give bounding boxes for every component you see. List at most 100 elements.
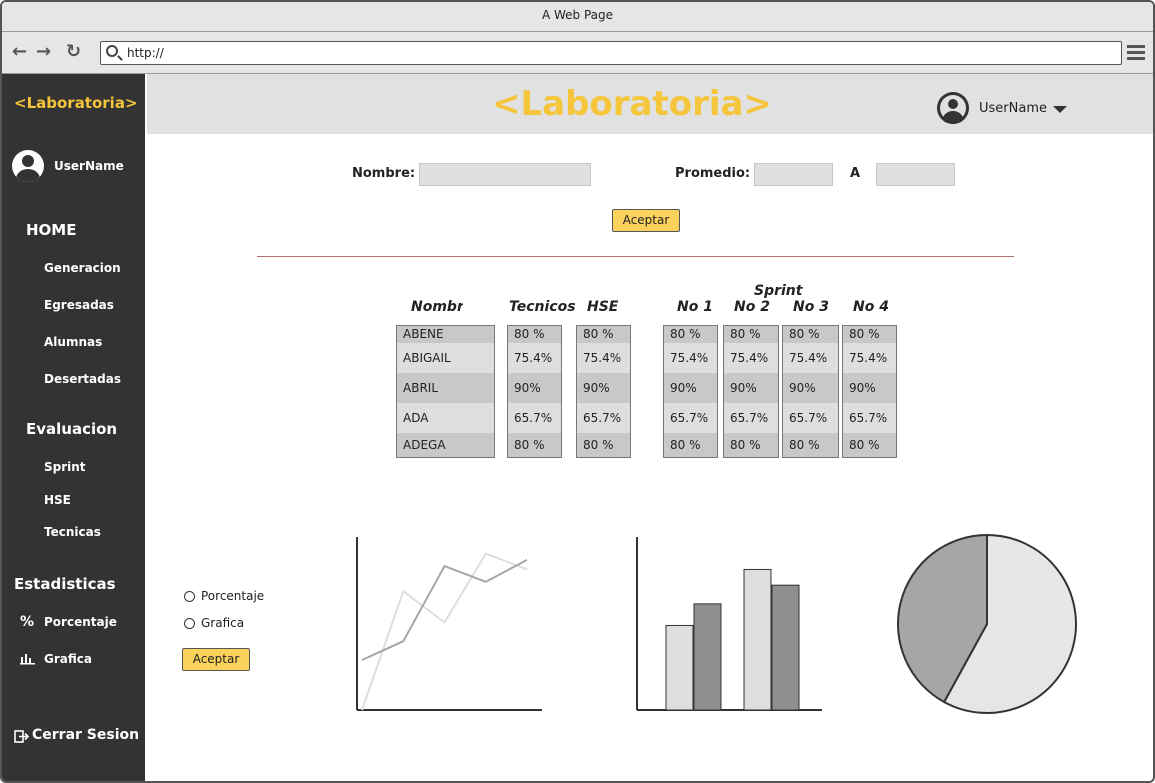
avatar-icon xyxy=(937,92,969,124)
sidebar-username: UserName xyxy=(54,159,124,173)
back-arrow-icon[interactable]: ← xyxy=(12,42,27,62)
header-sprint: Sprint xyxy=(754,283,803,299)
sidebar-item-porcentaje[interactable]: Porcentaje xyxy=(44,615,117,629)
header-sprint-3: No 3 xyxy=(793,299,829,315)
table-cell: 90% xyxy=(724,373,778,403)
table-cell: ABENE xyxy=(397,326,494,343)
nombre-input[interactable] xyxy=(419,163,591,186)
bar xyxy=(665,624,694,711)
header-user-menu[interactable]: UserName xyxy=(937,92,1067,124)
table-cell: 90% xyxy=(508,373,561,403)
header-sprint-1: No 1 xyxy=(677,299,713,315)
pie-chart xyxy=(897,533,1077,714)
hamburger-menu-icon[interactable] xyxy=(1127,45,1145,63)
header-nombre: Nombr xyxy=(411,299,463,315)
stats-accept-button[interactable]: Aceptar xyxy=(182,648,250,671)
sidebar-user[interactable]: UserName xyxy=(12,150,124,182)
table-cell: 80 % xyxy=(577,433,630,457)
table-cell: 90% xyxy=(664,373,717,403)
table-cell: 80 % xyxy=(508,326,561,343)
radio-circle-icon xyxy=(184,590,195,602)
table-cell: 80 % xyxy=(843,326,896,343)
bar xyxy=(743,568,772,711)
radio-grafica-label: Grafica xyxy=(201,616,245,630)
bar xyxy=(693,603,722,711)
window-title: A Web Page xyxy=(2,2,1153,32)
logout-icon xyxy=(14,730,30,743)
table-cell: 65.7% xyxy=(730,411,769,425)
table-cell: 65.7% xyxy=(849,411,888,425)
promedio-to-input[interactable] xyxy=(876,163,955,186)
sidebar: <Laboratoria> UserName HOME Generacion E… xyxy=(2,74,145,781)
table-cell: 90% xyxy=(783,373,838,403)
url-bar[interactable]: http:// xyxy=(100,41,1122,65)
table-cell: ABRIL xyxy=(397,373,494,403)
header-sprint-2: No 2 xyxy=(734,299,770,315)
table-cell: 80 % xyxy=(724,433,778,457)
table-cell: 90% xyxy=(577,373,630,403)
avatar-icon xyxy=(12,150,44,182)
header-logo[interactable]: <Laboratoria> xyxy=(492,84,772,124)
search-icon xyxy=(106,45,118,57)
sidebar-heading-evaluacion[interactable]: Evaluacion xyxy=(26,420,117,438)
reload-icon[interactable]: ↻ xyxy=(66,42,81,62)
table-cell: 80 % xyxy=(664,326,717,343)
table-cell: 80 % xyxy=(783,326,838,343)
radio-porcentaje[interactable]: Porcentaje xyxy=(184,589,264,603)
table-cell: 65.7% xyxy=(583,411,622,425)
sidebar-item-alumnas[interactable]: Alumnas xyxy=(44,335,102,349)
table-cell: 75.4% xyxy=(670,351,709,365)
table-cell: 80 % xyxy=(508,433,561,457)
table-cell: 75.4% xyxy=(789,351,828,365)
line-series-1 xyxy=(361,552,528,711)
forward-arrow-icon[interactable]: → xyxy=(36,42,51,62)
promedio-label: Promedio: xyxy=(675,166,751,181)
table-cell: ADA xyxy=(403,411,429,425)
column-sprint-1: 80 % 75.4% 90% 65.7% 80 % xyxy=(663,325,718,458)
sidebar-item-grafica[interactable]: Grafica xyxy=(44,652,92,666)
table-cell: 80 % xyxy=(843,433,896,457)
page-header: <Laboratoria> UserName xyxy=(147,74,1153,134)
table-cell: ADEGA xyxy=(397,433,494,457)
table-cell: 75.4% xyxy=(514,351,553,365)
bar-chart xyxy=(636,537,822,711)
promedio-from-input[interactable] xyxy=(754,163,833,186)
bar-chart-icon xyxy=(20,654,35,665)
sidebar-item-sprint[interactable]: Sprint xyxy=(44,460,86,474)
sidebar-heading-home[interactable]: HOME xyxy=(26,221,76,239)
filter-accept-button[interactable]: Aceptar xyxy=(612,209,680,232)
radio-porcentaje-label: Porcentaje xyxy=(201,589,265,603)
header-sprint-4: No 4 xyxy=(853,299,889,315)
table-cell: 90% xyxy=(843,373,896,403)
browser-window: A Web Page ← → ↻ http:// <Laboratoria> U… xyxy=(0,0,1155,783)
table-cell: 65.7% xyxy=(670,411,709,425)
line-series-2 xyxy=(361,559,528,661)
column-sprint-2: 80 % 75.4% 90% 65.7% 80 % xyxy=(723,325,779,458)
sidebar-item-generacion[interactable]: Generacion xyxy=(44,261,121,275)
logout-button[interactable]: Cerrar Sesion xyxy=(32,727,139,743)
table-cell: 80 % xyxy=(577,326,630,343)
radio-circle-icon xyxy=(184,617,195,629)
table-cell: 80 % xyxy=(783,433,838,457)
header-tecnicos: Tecnicos xyxy=(509,299,576,315)
sidebar-item-hse[interactable]: HSE xyxy=(44,493,71,507)
radio-grafica[interactable]: Grafica xyxy=(184,616,244,630)
table-cell: 65.7% xyxy=(514,411,553,425)
column-tecnicos: 80 % 75.4% 90% 65.7% 80 % xyxy=(507,325,562,458)
table-cell: 75.4% xyxy=(849,351,888,365)
sidebar-logo[interactable]: <Laboratoria> xyxy=(14,94,138,112)
table-cell: ABIGAIL xyxy=(403,351,451,365)
sidebar-heading-estadisticas[interactable]: Estadisticas xyxy=(14,575,116,593)
sidebar-item-tecnicas[interactable]: Tecnicas xyxy=(44,525,101,539)
percent-icon: % xyxy=(20,614,35,630)
header-hse: HSE xyxy=(587,299,619,315)
column-hse: 80 % 75.4% 90% 65.7% 80 % xyxy=(576,325,631,458)
divider xyxy=(257,256,1014,257)
line-chart xyxy=(356,537,542,711)
bar xyxy=(771,584,800,711)
a-label: A xyxy=(850,166,861,181)
header-username: UserName xyxy=(979,100,1047,116)
sidebar-item-desertadas[interactable]: Desertadas xyxy=(44,372,121,386)
sidebar-item-egresadas[interactable]: Egresadas xyxy=(44,298,114,312)
table-cell: 75.4% xyxy=(583,351,622,365)
